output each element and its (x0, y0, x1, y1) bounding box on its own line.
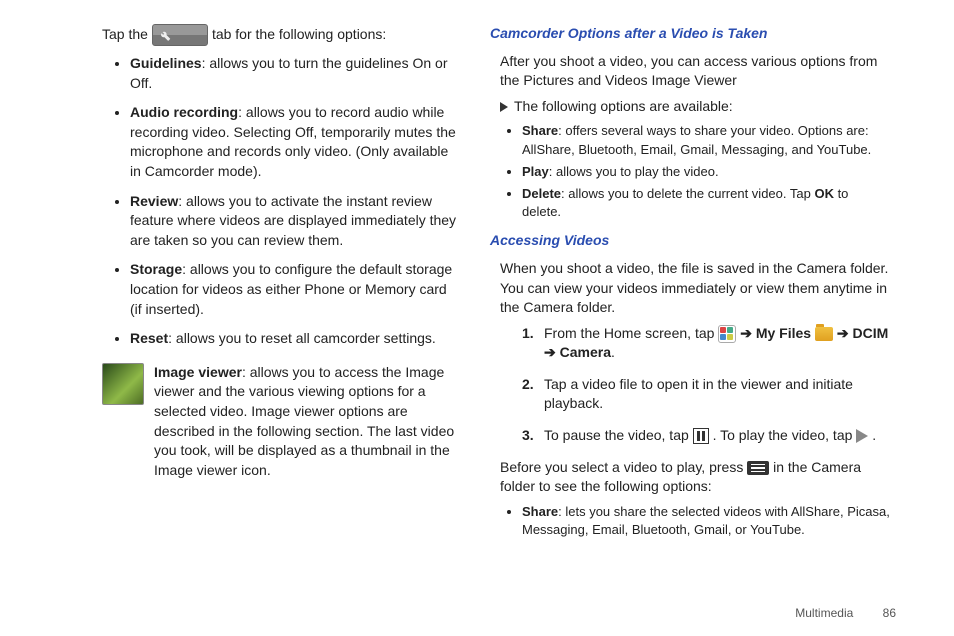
right-column: Camcorder Options after a Video is Taken… (490, 24, 890, 543)
camera-label: Camera (560, 344, 611, 360)
play-icon (856, 429, 868, 443)
dcim-label: DCIM (852, 325, 888, 341)
camera-folder-options-list: Share: lets you share the selected video… (522, 503, 890, 539)
section-heading: Camcorder Options after a Video is Taken (490, 24, 890, 44)
intro-line: Tap the tab for the following options: (102, 24, 458, 46)
before-select-text: Before you select a video to play, press… (500, 458, 890, 497)
list-item: Share: lets you share the selected video… (522, 503, 890, 539)
option-title: Reset (130, 330, 168, 346)
option-title: Review (130, 193, 178, 209)
step3-pre: To pause the video, tap (544, 427, 693, 443)
step-item: Tap a video file to open it in the viewe… (522, 375, 890, 414)
option-title: Guidelines (130, 55, 202, 71)
option-text: : offers several ways to share your vide… (522, 123, 871, 156)
option-title: Storage (130, 261, 182, 277)
triangle-bullet-icon (500, 102, 508, 112)
list-item: Share: offers several ways to share your… (522, 122, 890, 158)
video-thumbnail-icon (102, 363, 144, 405)
option-title: Audio recording (130, 104, 238, 120)
step3-mid: . To play the video, tap (713, 427, 857, 443)
section-heading: Accessing Videos (490, 231, 890, 251)
list-item: Review: allows you to activate the insta… (130, 192, 458, 251)
list-item: Storage: allows you to configure the def… (130, 260, 458, 319)
option-title: Play (522, 164, 549, 179)
page-number: 86 (883, 606, 896, 620)
left-column: Tap the tab for the following options: G… (58, 24, 458, 543)
list-item: Delete: allows you to delete the current… (522, 185, 890, 221)
after-video-options-list: Share: offers several ways to share your… (522, 122, 890, 221)
step-item: From the Home screen, tap ➔ My Files ➔ D… (522, 324, 890, 363)
image-viewer-desc: Image viewer: allows you to access the I… (154, 363, 458, 481)
option-text: : allows you to reset all camcorder sett… (168, 330, 436, 346)
option-title: Delete (522, 186, 561, 201)
step-item: To pause the video, tap . To play the vi… (522, 426, 890, 446)
image-viewer-text: : allows you to access the Image viewer … (154, 364, 454, 478)
menu-icon (747, 461, 769, 475)
option-text: : allows you to activate the instant rev… (130, 193, 456, 248)
settings-tab-icon (152, 24, 208, 46)
pause-icon (693, 428, 709, 444)
option-text-pre: : allows you to delete the current video… (561, 186, 814, 201)
step1-pre: From the Home screen, tap (544, 325, 718, 341)
option-text: : allows you to play the video. (549, 164, 719, 179)
option-title: Share (522, 504, 558, 519)
availability-text: The following options are available: (514, 97, 733, 117)
option-text: : lets you share the selected videos wit… (522, 504, 890, 537)
image-viewer-title: Image viewer (154, 364, 242, 380)
arrow-icon: ➔ (740, 325, 752, 341)
ok-label: OK (814, 186, 834, 201)
list-item: Reset: allows you to reset all camcorder… (130, 329, 458, 349)
step3-post: . (872, 427, 876, 443)
folder-icon (815, 327, 833, 341)
list-item: Guidelines: allows you to turn the guide… (130, 54, 458, 93)
intro-pre: Tap the (102, 25, 148, 45)
option-title: Share (522, 123, 558, 138)
arrow-icon: ➔ (837, 325, 849, 341)
arrow-icon: ➔ (544, 344, 556, 360)
accessing-videos-steps: From the Home screen, tap ➔ My Files ➔ D… (522, 324, 890, 446)
list-item: Audio recording: allows you to record au… (130, 103, 458, 181)
availability-line: The following options are available: (500, 97, 890, 117)
footer-section: Multimedia (795, 606, 853, 620)
camcorder-options-list: Guidelines: allows you to turn the guide… (130, 54, 458, 349)
section2-intro: When you shoot a video, the file is save… (500, 259, 890, 318)
section1-intro: After you shoot a video, you can access … (500, 52, 890, 91)
image-viewer-row: Image viewer: allows you to access the I… (102, 363, 458, 481)
step2-text: Tap a video file to open it in the viewe… (544, 376, 853, 412)
apps-grid-icon (718, 325, 736, 343)
my-files-label: My Files (756, 325, 815, 341)
wrench-icon (159, 29, 171, 41)
page-footer: Multimedia 86 (795, 605, 896, 622)
before-pre: Before you select a video to play, press (500, 459, 747, 475)
list-item: Play: allows you to play the video. (522, 163, 890, 181)
intro-post: tab for the following options: (212, 25, 386, 45)
